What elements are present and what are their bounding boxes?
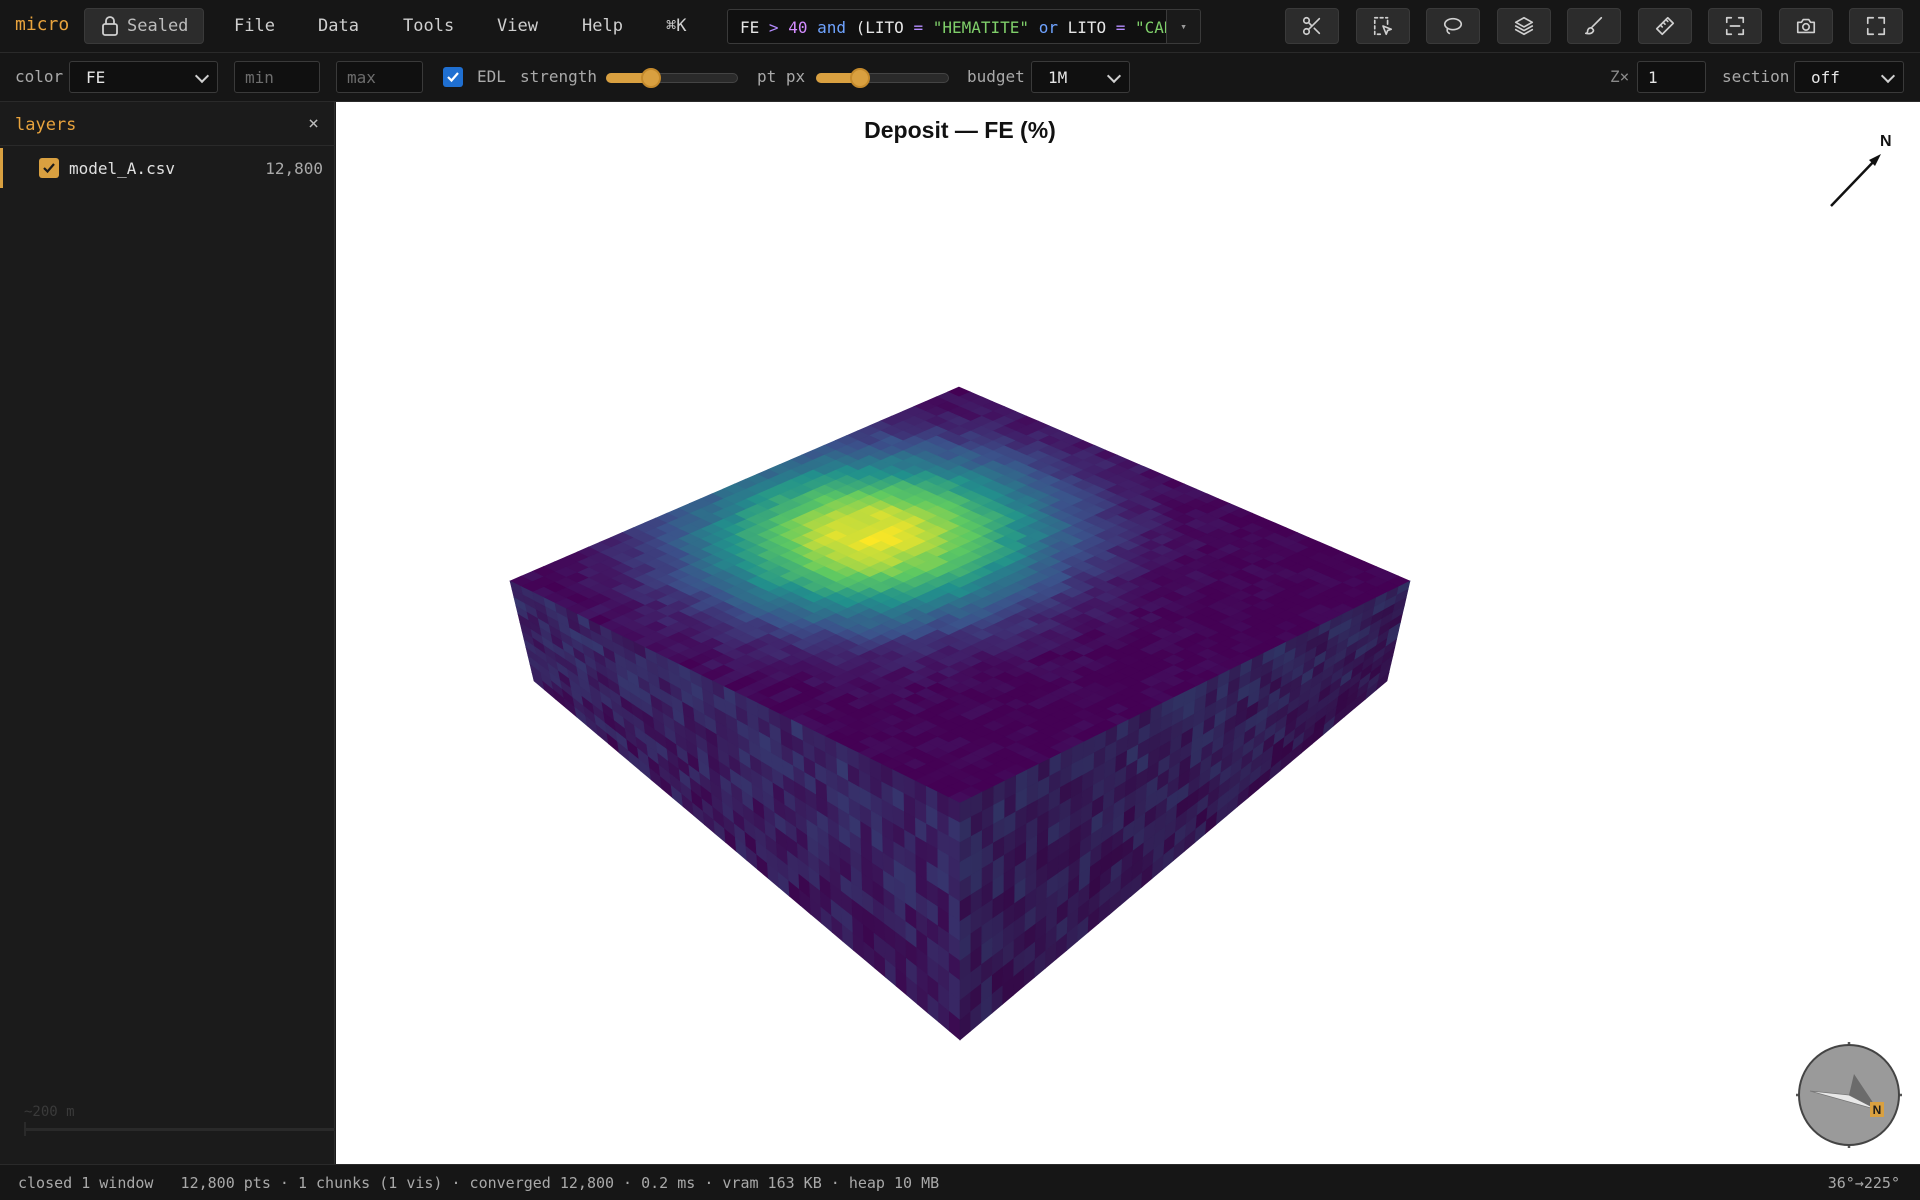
- layer-point-count: 12,800: [265, 159, 323, 178]
- scale-bar: [24, 1128, 335, 1131]
- query-token: [779, 18, 789, 37]
- chevron-down-icon: [1106, 68, 1122, 84]
- sealed-label: Sealed: [127, 16, 189, 36]
- pt-px-slider-thumb[interactable]: [849, 68, 870, 88]
- ruler-button[interactable]: [1638, 8, 1692, 44]
- scissors-icon: [1302, 16, 1321, 36]
- z-exaggeration-input[interactable]: [1637, 61, 1706, 93]
- pt-px-label: pt px: [757, 67, 806, 86]
- chevron-down-icon: [194, 68, 210, 84]
- query-token: (LITO: [846, 18, 914, 37]
- query-token: [923, 18, 933, 37]
- brush-icon: [1584, 16, 1603, 35]
- query-token: or: [1038, 18, 1058, 37]
- budget-label: budget: [967, 67, 1025, 86]
- query-token: [1125, 18, 1135, 37]
- query-dropdown-button[interactable]: ▾: [1166, 10, 1200, 43]
- strength-slider[interactable]: [606, 68, 738, 88]
- strength-label: strength: [520, 67, 598, 86]
- menu-view[interactable]: View: [497, 16, 538, 36]
- color-select-value: FE: [86, 68, 106, 87]
- budget-select[interactable]: 1M: [1031, 61, 1130, 93]
- section-select-value: off: [1811, 68, 1840, 87]
- compass-icon[interactable]: N: [1794, 1040, 1904, 1150]
- layers-title: layers: [15, 115, 77, 135]
- query-token: =: [1115, 18, 1126, 37]
- box-select-icon: [1373, 16, 1393, 36]
- north-label: N: [1880, 133, 1892, 150]
- query-token: and: [817, 18, 846, 37]
- query-token: =: [913, 18, 924, 37]
- box-select-button[interactable]: [1356, 8, 1410, 44]
- camera-button[interactable]: [1779, 8, 1833, 44]
- fullscreen-icon: [1866, 16, 1886, 36]
- deposit-block-model: [509, 386, 1411, 1041]
- top-bar: micro Sealed File Data Tools View Help ⌘…: [0, 0, 1920, 53]
- layer-name: model_A.csv: [69, 159, 175, 178]
- strength-slider-thumb[interactable]: [640, 68, 661, 88]
- layer-visibility-checkbox[interactable]: [39, 158, 59, 178]
- max-input[interactable]: [336, 61, 423, 93]
- layers-button[interactable]: [1497, 8, 1551, 44]
- layer-item[interactable]: model_A.csv 12,800: [0, 148, 335, 188]
- fullscreen-button[interactable]: [1849, 8, 1903, 44]
- menu-file[interactable]: File: [234, 16, 275, 36]
- query-token: 40: [788, 18, 808, 37]
- 3d-viewport[interactable]: Deposit — FE (%) N N: [336, 102, 1920, 1164]
- query-text[interactable]: FE > 40 and (LITO = "HEMATITE" or LITO =…: [740, 18, 1180, 37]
- chevron-down-icon: [1880, 68, 1896, 84]
- status-bar: closed 1 window 12,800 pts · 1 chunks (1…: [0, 1164, 1920, 1200]
- layers-icon: [1514, 16, 1534, 36]
- compass-north-label: N: [1873, 1103, 1882, 1117]
- color-select[interactable]: FE: [69, 61, 218, 93]
- lasso-icon: [1443, 17, 1463, 35]
- z-exaggeration-label: Z×: [1610, 67, 1630, 86]
- query-token: LITO: [1057, 18, 1116, 37]
- frame-icon: [1725, 16, 1745, 36]
- pt-px-slider[interactable]: [816, 68, 949, 88]
- close-icon[interactable]: ×: [308, 113, 319, 134]
- view-toolbar: color FE EDL strength pt px budget 1M Z×…: [0, 53, 1920, 102]
- color-label: color: [15, 67, 64, 86]
- brush-button[interactable]: [1567, 8, 1621, 44]
- plot-title: Deposit — FE (%): [864, 117, 1056, 143]
- frame-button[interactable]: [1708, 8, 1762, 44]
- check-icon: [43, 163, 55, 174]
- edl-label: EDL: [477, 67, 506, 86]
- scissors-button[interactable]: [1285, 8, 1339, 44]
- sealed-button[interactable]: Sealed: [84, 8, 204, 44]
- lock-icon: [102, 16, 118, 36]
- status-text: closed 1 window 12,800 pts · 1 chunks (1…: [18, 1174, 940, 1192]
- command-palette-shortcut[interactable]: ⌘K: [666, 16, 686, 36]
- menu-help[interactable]: Help: [582, 16, 623, 36]
- min-input[interactable]: [234, 61, 320, 93]
- menu-data[interactable]: Data: [318, 16, 359, 36]
- camera-icon: [1796, 18, 1816, 34]
- check-icon: [447, 72, 459, 83]
- ruler-icon: [1655, 16, 1675, 36]
- query-input[interactable]: FE > 40 and (LITO = "HEMATITE" or LITO =…: [727, 9, 1201, 44]
- budget-select-value: 1M: [1048, 68, 1068, 87]
- camera-orientation-readout: 36°→225°: [1827, 1174, 1900, 1192]
- app-brand: micro: [15, 14, 70, 35]
- layers-header: layers ×: [0, 102, 335, 146]
- query-token: >: [768, 18, 779, 37]
- query-token: [807, 18, 817, 37]
- section-label: section: [1722, 67, 1790, 86]
- lasso-button[interactable]: [1426, 8, 1480, 44]
- query-token: [1029, 18, 1039, 37]
- query-token: FE: [740, 18, 769, 37]
- query-token: "HEMATITE": [932, 18, 1030, 37]
- edl-checkbox[interactable]: [443, 67, 463, 87]
- layers-panel: layers × model_A.csv 12,800 ~200 m: [0, 102, 335, 1164]
- scale-bar-label: ~200 m: [24, 1104, 75, 1120]
- menu-tools[interactable]: Tools: [403, 16, 454, 36]
- section-select[interactable]: off: [1794, 61, 1904, 93]
